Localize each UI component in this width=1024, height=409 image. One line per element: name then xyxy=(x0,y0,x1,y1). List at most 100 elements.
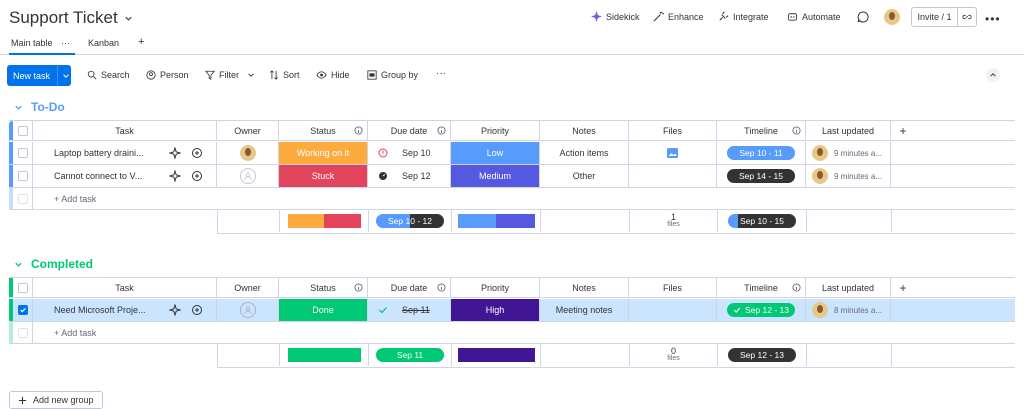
board-title[interactable]: Support Ticket xyxy=(9,8,133,28)
priority-cell[interactable]: Medium xyxy=(451,165,540,187)
column-header-owner[interactable]: Owner xyxy=(217,278,279,297)
add-task-row[interactable]: + Add task xyxy=(9,188,1015,210)
chevron-down-icon[interactable] xyxy=(57,65,70,86)
info-icon[interactable] xyxy=(354,126,363,135)
task-name[interactable]: Need Microsoft Proje... xyxy=(33,299,155,321)
column-header-files[interactable]: Files xyxy=(629,278,717,297)
column-header-due-date[interactable]: Due date xyxy=(368,121,451,140)
summary-priority[interactable] xyxy=(452,344,541,366)
due-date-cell[interactable]: Sep 10 xyxy=(368,142,451,164)
person-filter-button[interactable]: Person xyxy=(146,70,189,80)
more-options-icon[interactable]: ••• xyxy=(985,12,1001,26)
column-header-notes[interactable]: Notes xyxy=(540,121,629,140)
hide-button[interactable]: Hide xyxy=(316,70,350,80)
summary-status[interactable] xyxy=(280,344,369,366)
chevron-down-icon[interactable] xyxy=(247,71,255,79)
integrate-button[interactable]: Integrate xyxy=(718,11,769,22)
select-all-checkbox[interactable] xyxy=(17,282,28,293)
enhance-button[interactable]: Enhance xyxy=(653,11,704,22)
group-title-todo[interactable]: To-Do xyxy=(14,100,65,114)
group-by-button[interactable]: Group by xyxy=(367,70,418,80)
owner-cell[interactable] xyxy=(217,142,279,164)
column-header-task[interactable]: Task xyxy=(33,121,217,140)
info-icon[interactable] xyxy=(354,283,363,292)
add-update-icon[interactable] xyxy=(191,304,203,316)
search-button[interactable]: Search xyxy=(87,70,130,80)
row-checkbox[interactable] xyxy=(17,148,28,158)
ai-sparkle-icon[interactable] xyxy=(168,147,181,159)
table-row[interactable]: Laptop battery draini... Working on it S… xyxy=(9,142,1015,165)
user-avatar[interactable] xyxy=(884,9,900,25)
summary-timeline[interactable]: Sep 12 - 13 xyxy=(718,344,807,366)
add-task-input[interactable]: + Add task xyxy=(54,194,96,204)
ai-sparkle-icon[interactable] xyxy=(168,170,181,182)
tab-main-table[interactable]: Main table ··· xyxy=(11,38,70,48)
add-new-group-button[interactable]: Add new group xyxy=(9,391,103,409)
automate-button[interactable]: Automate xyxy=(787,11,841,22)
chevron-down-icon[interactable] xyxy=(124,14,133,23)
priority-cell[interactable]: High xyxy=(451,299,540,321)
column-header-timeline[interactable]: Timeline xyxy=(717,121,806,140)
add-task-row[interactable]: + Add task xyxy=(9,322,1015,344)
column-header-last-updated[interactable]: Last updated xyxy=(806,121,891,140)
row-checkbox[interactable] xyxy=(17,171,28,181)
owner-cell[interactable] xyxy=(217,299,279,321)
info-icon[interactable] xyxy=(792,126,801,135)
summary-due[interactable]: Sep 10 - 12 xyxy=(369,210,452,232)
notes-cell[interactable]: Action items xyxy=(540,142,629,164)
column-header-priority[interactable]: Priority xyxy=(451,278,540,297)
summary-timeline[interactable]: Sep 10 - 15 xyxy=(718,210,807,232)
due-date-cell[interactable]: Sep 11 xyxy=(368,299,451,321)
column-header-status[interactable]: Status xyxy=(279,278,368,297)
column-header-priority[interactable]: Priority xyxy=(451,121,540,140)
column-header-files[interactable]: Files xyxy=(629,121,717,140)
summary-priority[interactable] xyxy=(452,210,541,232)
task-name[interactable]: Cannot connect to V... xyxy=(33,165,155,187)
sort-button[interactable]: Sort xyxy=(269,70,300,80)
add-update-icon[interactable] xyxy=(191,147,203,159)
task-name[interactable]: Laptop battery draini... xyxy=(33,142,155,164)
timeline-cell[interactable]: Sep 12 - 13 xyxy=(717,299,806,321)
column-header-due-date[interactable]: Due date xyxy=(368,278,451,297)
group-title-completed[interactable]: Completed xyxy=(14,257,93,271)
row-checkbox-checked[interactable] xyxy=(17,305,28,315)
tab-kanban[interactable]: Kanban xyxy=(88,38,119,48)
chevron-down-icon[interactable] xyxy=(14,260,23,269)
column-header-last-updated[interactable]: Last updated xyxy=(806,278,891,297)
link-icon[interactable] xyxy=(958,12,976,22)
timeline-cell[interactable]: Sep 14 - 15 xyxy=(717,165,806,187)
files-cell[interactable] xyxy=(629,165,717,187)
priority-cell[interactable]: Low xyxy=(451,142,540,164)
add-view-button[interactable]: + xyxy=(138,36,144,48)
more-toolbar-icon[interactable]: ··· xyxy=(436,68,446,79)
files-cell[interactable] xyxy=(629,142,717,164)
info-icon[interactable] xyxy=(437,283,446,292)
chevron-down-icon[interactable] xyxy=(14,103,23,112)
chat-icon[interactable] xyxy=(857,11,869,23)
tab-more-icon[interactable]: ··· xyxy=(61,38,70,48)
notes-cell[interactable]: Other xyxy=(540,165,629,187)
filter-button[interactable]: Filter xyxy=(205,70,255,80)
new-task-button[interactable]: New task xyxy=(7,65,71,86)
add-update-icon[interactable] xyxy=(191,170,203,182)
info-icon[interactable] xyxy=(437,126,446,135)
sidekick-button[interactable]: Sidekick xyxy=(591,11,640,22)
summary-due[interactable]: Sep 11 xyxy=(369,344,452,366)
invite-button[interactable]: Invite / 1 xyxy=(911,7,977,27)
table-row[interactable]: Need Microsoft Proje... Done Sep 11 High… xyxy=(9,299,1015,322)
timeline-cell[interactable]: Sep 10 - 11 xyxy=(717,142,806,164)
ai-sparkle-icon[interactable] xyxy=(168,304,181,316)
column-header-task[interactable]: Task xyxy=(33,278,217,297)
add-column-button[interactable]: + xyxy=(891,121,915,140)
summary-status[interactable] xyxy=(280,210,369,232)
status-cell[interactable]: Working on it xyxy=(279,142,368,164)
column-header-timeline[interactable]: Timeline xyxy=(717,278,806,297)
column-header-owner[interactable]: Owner xyxy=(217,121,279,140)
add-column-button[interactable]: + xyxy=(891,278,915,297)
add-task-input[interactable]: + Add task xyxy=(54,328,96,338)
files-cell[interactable] xyxy=(629,299,717,321)
notes-cell[interactable]: Meeting notes xyxy=(540,299,629,321)
owner-cell[interactable] xyxy=(217,165,279,187)
image-file-icon[interactable] xyxy=(667,148,678,158)
table-row[interactable]: Cannot connect to V... Stuck Sep 12 Medi… xyxy=(9,165,1015,188)
